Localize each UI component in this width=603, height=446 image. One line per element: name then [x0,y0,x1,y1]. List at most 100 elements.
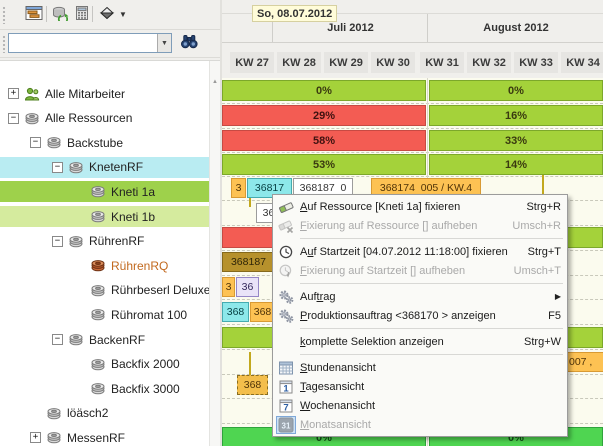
clock-icon [277,244,295,260]
menu-label-part: ochenansicht [310,400,375,412]
resource-icon [90,382,107,396]
submenu-arrow-icon: ▶ [555,292,561,301]
db-refresh-icon [51,5,69,24]
resource-icon [90,357,107,371]
menu-item: Fixierung auf Startzeit [] aufhebenUmsch… [273,261,567,280]
utilization-bar[interactable]: 33% [429,130,603,151]
menu-separator [300,354,563,355]
resource-filter-combobox[interactable]: ▼ [8,33,172,53]
resource-icon [68,160,85,174]
utilization-bar[interactable]: 14% [429,154,603,175]
collapse-minus-icon[interactable]: − [52,162,63,173]
tree-row[interactable]: löäsch2 [0,403,238,424]
task-box[interactable]: 368 [222,302,249,322]
menu-label-part: uf Ressource [Kneti 1a] fixieren [307,201,460,213]
task-box[interactable]: 007 , [566,352,603,372]
task-box[interactable]: 368 [237,375,268,395]
week-header-cell: KW 30 [371,52,415,73]
gantt-label: 29% [313,110,335,122]
menu-item: 31Monatsansicht [273,415,567,434]
toolbar-divider [0,29,220,30]
tree-row[interactable]: −Backstube [0,132,238,153]
tree-scrollbar[interactable]: ▲ [209,61,220,446]
task-box[interactable]: 36 [236,277,259,297]
tree-item-label: RührenRF [89,234,144,248]
menu-label-part: ixierung auf Ressource [] aufheben [307,220,478,232]
gantt-label: 36 [242,281,254,293]
resource-icon [24,111,41,125]
gantt-view-button[interactable] [23,3,45,25]
menu-item[interactable]: Auf Ressource [Kneti 1a] fixierenStrg+R [273,197,567,216]
utilization-bar[interactable]: 53% [222,154,426,175]
menu-label-part: tundenansicht [307,362,376,374]
collapse-minus-icon[interactable]: − [30,137,41,148]
svg-text:1: 1 [283,383,289,394]
menu-label-part: W [300,400,310,412]
svg-text:7: 7 [283,402,288,413]
resource-icon [90,185,107,199]
collapse-minus-icon[interactable]: − [52,236,63,247]
toolbar-separator [92,6,93,22]
week-header-cell: KW 34 [561,52,603,73]
toolbar-separator [46,6,47,22]
calculator-icon [74,5,90,24]
menu-item[interactable]: Auf Startzeit [04.07.2012 11:18:00] fixi… [273,242,567,261]
tree-row[interactable]: − Alle Ressourcen [0,108,216,129]
resource-filter-input[interactable] [9,34,157,52]
collapse-minus-icon[interactable]: − [52,334,63,345]
tree-row[interactable]: +Alle Mitarbeiter [0,83,216,104]
toolbar-divider [0,57,220,58]
expand-plus-icon[interactable]: + [8,88,19,99]
toolbar-grip [2,6,6,24]
gantt-label: 14% [505,159,527,171]
week-header-cell: KW 31 [420,52,464,73]
calculator-button[interactable] [71,3,93,25]
hours-view-icon [277,360,295,376]
menu-item[interactable]: 7 Wochenansicht [273,396,567,415]
binoculars-icon [180,34,199,52]
collapse-minus-icon[interactable]: − [8,113,19,124]
flip-tool-button[interactable] [96,3,118,25]
combobox-dropdown-button[interactable]: ▼ [157,34,171,52]
utilization-bar[interactable]: 0% [429,80,603,101]
menu-item[interactable]: 1Tagesansicht [273,377,567,396]
resource-icon [90,283,107,297]
tree-item-label: BackenRF [89,333,145,347]
tree-item-label: Alle Ressourcen [45,111,132,125]
resource-icon [68,333,85,347]
task-box[interactable]: 368187 [222,252,275,272]
resource-icon [90,308,107,322]
find-button[interactable] [178,32,200,54]
menu-item[interactable]: Produktionsauftrag <368170 > anzeigenF5 [273,306,567,325]
scroll-up-icon[interactable]: ▲ [211,79,219,85]
task-box[interactable]: 3 [222,277,235,297]
menu-item-label: Auf Ressource [Kneti 1a] fixieren [300,201,460,213]
utilization-bar[interactable]: 0% [222,80,426,101]
gantt-label: 16% [505,110,527,122]
gantt-label: 368187 0 [300,182,347,194]
menu-label-part: ixierung auf Startzeit [] aufheben [307,265,465,277]
task-box[interactable]: 3 [231,178,246,198]
menu-item[interactable]: komplette Selektion anzeigenStrg+W [273,332,567,351]
resource-icon [68,234,85,248]
utilization-bar[interactable]: 29% [222,105,426,126]
expand-plus-icon[interactable]: + [30,432,41,443]
menu-label-part: F [300,220,307,232]
tree-item-label: Backfix 3000 [111,382,180,396]
gears-icon [277,289,295,305]
refresh-data-button[interactable] [49,3,71,25]
dropdown-caret-icon: ▼ [119,10,127,19]
tree-item-label: Rührbeserl Deluxe [111,283,210,297]
utilization-bar[interactable]: 58% [222,130,426,151]
flip-tool-dropdown[interactable]: ▼ [116,3,130,25]
menu-label-part: M [300,419,309,431]
gantt-label: 3 [236,182,242,194]
menu-item[interactable]: Auftrag▶ [273,287,567,306]
gears-icon [277,308,295,324]
gantt-label: 58% [313,135,335,147]
tree-row[interactable]: +MessenRF [0,427,238,446]
menu-shortcut: Strg+T [514,246,561,258]
utilization-bar[interactable]: 16% [429,105,603,126]
month-label: August 2012 [483,22,548,34]
menu-item[interactable]: Stundenansicht [273,358,567,377]
